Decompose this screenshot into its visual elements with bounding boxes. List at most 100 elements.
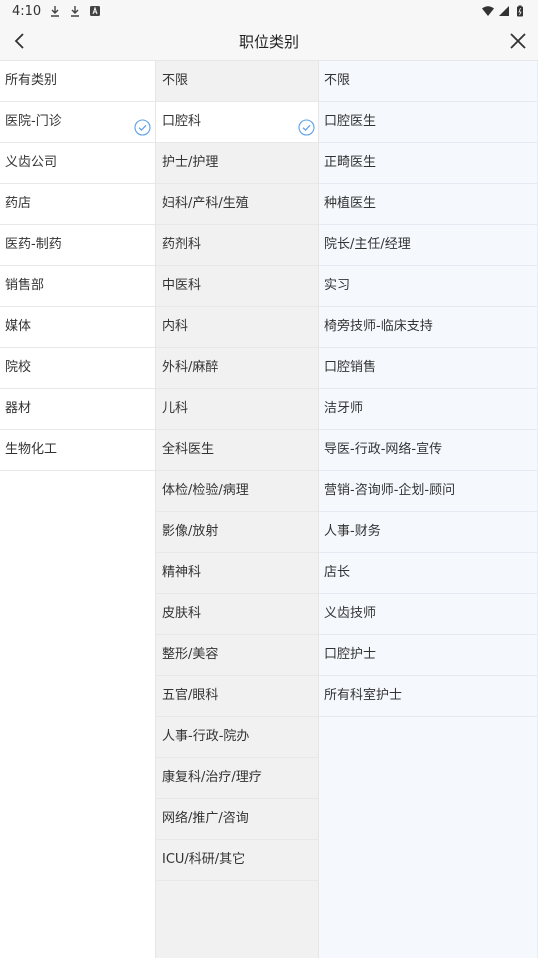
position-item[interactable]: 正畸医生 xyxy=(319,143,537,184)
position-item-label: 种植医生 xyxy=(324,196,377,211)
category-item-label: 生物化工 xyxy=(5,442,58,457)
battery-icon xyxy=(517,5,523,17)
department-item[interactable]: ICU/科研/其它 xyxy=(156,840,319,881)
category-item[interactable]: 医院-门诊 xyxy=(0,102,155,143)
position-item-label: 正畸医生 xyxy=(324,155,377,170)
department-item[interactable]: 儿科 xyxy=(156,389,319,430)
department-item-label: 整形/美容 xyxy=(162,647,219,662)
department-item-label: 内科 xyxy=(162,319,189,334)
back-arrow-icon[interactable] xyxy=(8,29,32,53)
department-item-label: 皮肤科 xyxy=(162,606,202,621)
department-item-label: 儿科 xyxy=(162,401,189,416)
category-item-label: 义齿公司 xyxy=(5,155,58,170)
position-item[interactable]: 院长/主任/经理 xyxy=(319,225,537,266)
category-item-label: 媒体 xyxy=(5,319,32,334)
department-item-label: 影像/放射 xyxy=(162,524,219,539)
department-item-label: ICU/科研/其它 xyxy=(162,852,246,867)
position-item-label: 人事-财务 xyxy=(324,524,381,539)
department-item-label: 外科/麻醉 xyxy=(162,360,219,375)
check-circle-icon xyxy=(298,113,315,136)
department-item-label: 体检/检验/病理 xyxy=(162,483,249,498)
department-item[interactable]: 皮肤科 xyxy=(156,594,319,635)
top-nav-bar: 职位类别 xyxy=(0,22,538,61)
department-item[interactable]: 药剂科 xyxy=(156,225,319,266)
department-item[interactable]: 中医科 xyxy=(156,266,319,307)
category-item-label: 院校 xyxy=(5,360,32,375)
position-item-label: 椅旁技师-临床支持 xyxy=(324,319,433,334)
department-item[interactable]: 外科/麻醉 xyxy=(156,348,319,389)
category-item-label: 药店 xyxy=(5,196,32,211)
department-item[interactable]: 全科医生 xyxy=(156,430,319,471)
position-item[interactable]: 所有科室护士 xyxy=(319,676,537,717)
department-item[interactable]: 康复科/治疗/理疗 xyxy=(156,758,319,799)
position-item-label: 洁牙师 xyxy=(324,401,364,416)
position-item[interactable]: 口腔护士 xyxy=(319,635,537,676)
position-item[interactable]: 不限 xyxy=(319,61,537,102)
department-item[interactable]: 不限 xyxy=(156,61,319,102)
category-item[interactable]: 义齿公司 xyxy=(0,143,155,184)
category-item[interactable]: 器材 xyxy=(0,389,155,430)
department-item-label: 不限 xyxy=(162,73,189,88)
department-item[interactable]: 精神科 xyxy=(156,553,319,594)
department-item[interactable]: 网络/推广/咨询 xyxy=(156,799,319,840)
department-item[interactable]: 人事-行政-院办 xyxy=(156,717,319,758)
department-item[interactable]: 五官/眼科 xyxy=(156,676,319,717)
check-circle-icon xyxy=(134,113,151,136)
position-item-label: 义齿技师 xyxy=(324,606,377,621)
position-item-label: 实习 xyxy=(324,278,351,293)
category-item[interactable]: 生物化工 xyxy=(0,430,155,471)
position-item[interactable]: 实习 xyxy=(319,266,537,307)
department-item[interactable]: 内科 xyxy=(156,307,319,348)
category-item[interactable]: 医药-制药 xyxy=(0,225,155,266)
department-item-label: 药剂科 xyxy=(162,237,202,252)
wifi-icon xyxy=(482,6,494,16)
department-column: 不限口腔科 护士/护理妇科/产科/生殖 药剂科中医科内科外科/麻醉儿科全科医生体检/… xyxy=(155,61,319,958)
position-item[interactable]: 人事-财务 xyxy=(319,512,537,553)
position-item[interactable]: 营销-咨询师-企划-顾问 xyxy=(319,471,537,512)
position-item-label: 口腔医生 xyxy=(324,114,377,129)
department-item[interactable]: 体检/检验/病理 xyxy=(156,471,319,512)
position-item-label: 店长 xyxy=(324,565,351,580)
position-item[interactable]: 椅旁技师-临床支持 xyxy=(319,307,537,348)
position-item[interactable]: 店长 xyxy=(319,553,537,594)
position-item[interactable]: 口腔销售 xyxy=(319,348,537,389)
department-item[interactable]: 整形/美容 xyxy=(156,635,319,676)
department-item-label: 人事-行政-院办 xyxy=(162,729,250,744)
position-column: 不限口腔医生正畸医生种植医生院长/主任/经理实习椅旁技师-临床支持 口腔销售洁牙师… xyxy=(318,61,538,958)
category-item[interactable]: 院校 xyxy=(0,348,155,389)
position-item[interactable]: 口腔医生 xyxy=(319,102,537,143)
department-item[interactable]: 妇科/产科/生殖 xyxy=(156,184,319,225)
department-item-label: 网络/推广/咨询 xyxy=(162,811,249,826)
status-bar: 4:10 xyxy=(0,0,538,22)
signal-icon xyxy=(499,6,509,16)
position-item[interactable]: 洁牙师 xyxy=(319,389,537,430)
page-title: 职位类别 xyxy=(238,32,299,51)
position-item[interactable]: 种植医生 xyxy=(319,184,537,225)
position-item-label: 所有科室护士 xyxy=(324,688,403,703)
category-item-label: 销售部 xyxy=(5,278,45,293)
category-item-label: 医院-门诊 xyxy=(5,114,62,129)
category-item-label: 所有类别 xyxy=(5,73,58,88)
department-item-label: 全科医生 xyxy=(162,442,215,457)
position-item-label: 营销-咨询师-企划-顾问 xyxy=(324,483,456,498)
close-icon[interactable] xyxy=(506,29,530,53)
department-item-label: 康复科/治疗/理疗 xyxy=(162,770,262,785)
department-item-label: 五官/眼科 xyxy=(162,688,219,703)
position-item[interactable]: 义齿技师 xyxy=(319,594,537,635)
department-item[interactable]: 口腔科 xyxy=(156,102,319,143)
department-item-label: 精神科 xyxy=(162,565,202,580)
category-item[interactable]: 销售部 xyxy=(0,266,155,307)
category-item[interactable]: 媒体 xyxy=(0,307,155,348)
department-item[interactable]: 护士/护理 xyxy=(156,143,319,184)
category-item-label: 医药-制药 xyxy=(5,237,62,252)
position-item[interactable]: 导医-行政-网络-宣传 xyxy=(319,430,537,471)
category-item[interactable]: 药店 xyxy=(0,184,155,225)
position-item-label: 口腔护士 xyxy=(324,647,377,662)
position-item-label: 口腔销售 xyxy=(324,360,377,375)
download-icon xyxy=(51,6,60,17)
department-item-label: 妇科/产科/生殖 xyxy=(162,196,249,211)
category-column: 所有类别医院-门诊义齿公司药店医药-制药销售部媒体院校器材生物化工 xyxy=(0,61,155,958)
department-item[interactable]: 影像/放射 xyxy=(156,512,319,553)
category-item[interactable]: 所有类别 xyxy=(0,61,155,102)
download-icon xyxy=(71,6,80,17)
